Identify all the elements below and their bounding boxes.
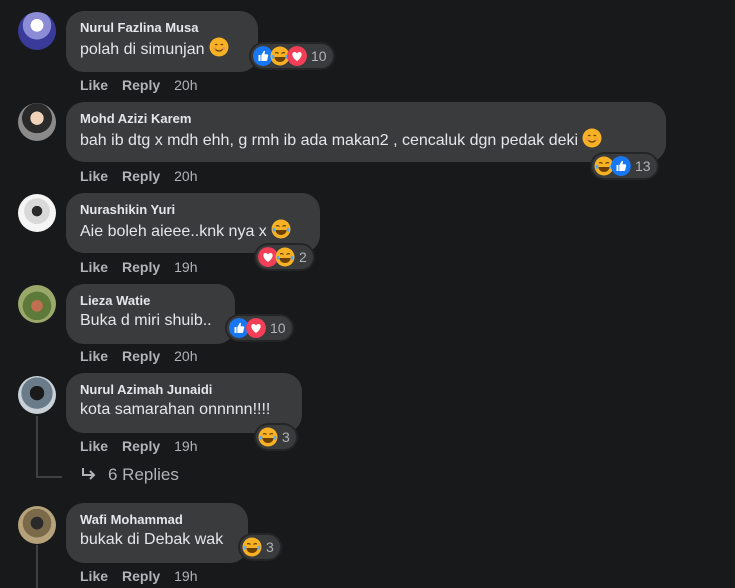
reaction-count: 10 <box>270 320 286 336</box>
avatar[interactable] <box>18 194 56 232</box>
comment-author[interactable]: Nurul Azimah Junaidi <box>80 381 288 399</box>
reaction-summary[interactable]: 3 <box>240 535 280 559</box>
comment-timestamp[interactable]: 20h <box>174 348 197 364</box>
avatar[interactable] <box>18 285 56 323</box>
view-replies-link[interactable]: 6 Replies <box>80 465 179 485</box>
reaction-summary[interactable]: 10 <box>251 44 333 68</box>
like-button[interactable]: Like <box>80 77 108 93</box>
like-button[interactable]: Like <box>80 348 108 364</box>
comment-author[interactable]: Wafi Mohammad <box>80 511 234 529</box>
reaction-summary[interactable]: 13 <box>592 154 657 178</box>
comment-bubble: Nurul Azimah Junaidi kota samarahan onnn… <box>66 373 302 433</box>
smile-emoji-icon <box>582 128 602 148</box>
love-react-icon <box>246 318 266 338</box>
avatar[interactable] <box>18 103 56 141</box>
replies-count-label[interactable]: 6 Replies <box>108 465 179 485</box>
reply-button[interactable]: Reply <box>122 259 160 275</box>
reaction-summary[interactable]: 3 <box>256 425 296 449</box>
comment-timestamp[interactable]: 19h <box>174 568 197 584</box>
reply-button[interactable]: Reply <box>122 348 160 364</box>
smile-emoji-icon <box>209 37 229 57</box>
comment-text: bah ib dtg x mdh ehh, g rmh ib ada makan… <box>80 132 579 149</box>
love-react-icon <box>287 46 307 66</box>
thread-line <box>36 416 38 478</box>
comment-author[interactable]: Lieza Watie <box>80 292 221 310</box>
haha-react-icon <box>242 537 262 557</box>
like-button[interactable]: Like <box>80 568 108 584</box>
comment-timestamp[interactable]: 19h <box>174 438 197 454</box>
laughing-emoji-icon <box>271 219 291 239</box>
comment-bubble: Nurashikin Yuri Aie boleh aieee..knk nya… <box>66 193 320 253</box>
comment-bubble: Wafi Mohammad bukak di Debak wak <box>66 503 248 563</box>
reply-arrow-icon <box>82 468 96 480</box>
comment-text: polah di simunjan <box>80 41 205 58</box>
reaction-count: 3 <box>282 429 290 445</box>
reaction-count: 10 <box>311 48 327 64</box>
comment-bubble: Mohd Azizi Karem bah ib dtg x mdh ehh, g… <box>66 102 666 162</box>
haha-react-icon <box>258 427 278 447</box>
avatar[interactable] <box>18 12 56 50</box>
comment-timestamp[interactable]: 20h <box>174 77 197 93</box>
reply-button[interactable]: Reply <box>122 77 160 93</box>
reply-button[interactable]: Reply <box>122 568 160 584</box>
like-button[interactable]: Like <box>80 259 108 275</box>
reply-button[interactable]: Reply <box>122 168 160 184</box>
comment-text: kota samarahan onnnnn!!!! <box>80 401 271 418</box>
like-button[interactable]: Like <box>80 438 108 454</box>
reply-button[interactable]: Reply <box>122 438 160 454</box>
like-button[interactable]: Like <box>80 168 108 184</box>
avatar[interactable] <box>18 376 56 414</box>
reaction-count: 2 <box>299 249 307 265</box>
comment-author[interactable]: Nurashikin Yuri <box>80 201 306 219</box>
reaction-count: 3 <box>266 539 274 555</box>
reaction-summary[interactable]: 10 <box>227 316 292 340</box>
comment-text: Aie boleh aieee..knk nya x <box>80 223 267 240</box>
comment-timestamp[interactable]: 20h <box>174 168 197 184</box>
comment-timestamp[interactable]: 19h <box>174 259 197 275</box>
comment-author[interactable]: Nurul Fazlina Musa <box>80 19 244 37</box>
avatar[interactable] <box>18 506 56 544</box>
comment-bubble: Nurul Fazlina Musa polah di simunjan <box>66 11 258 72</box>
comment-bubble: Lieza Watie Buka d miri shuib.. <box>66 284 235 344</box>
comment-text: bukak di Debak wak <box>80 531 224 548</box>
haha-react-icon <box>275 247 295 267</box>
like-react-icon <box>611 156 631 176</box>
thread-line-lower <box>36 545 38 588</box>
comment-text: Buka d miri shuib.. <box>80 312 212 329</box>
reaction-summary[interactable]: 2 <box>256 245 313 269</box>
reaction-count: 13 <box>635 158 651 174</box>
thread-line-curve <box>36 476 62 478</box>
comment-author[interactable]: Mohd Azizi Karem <box>80 110 652 128</box>
